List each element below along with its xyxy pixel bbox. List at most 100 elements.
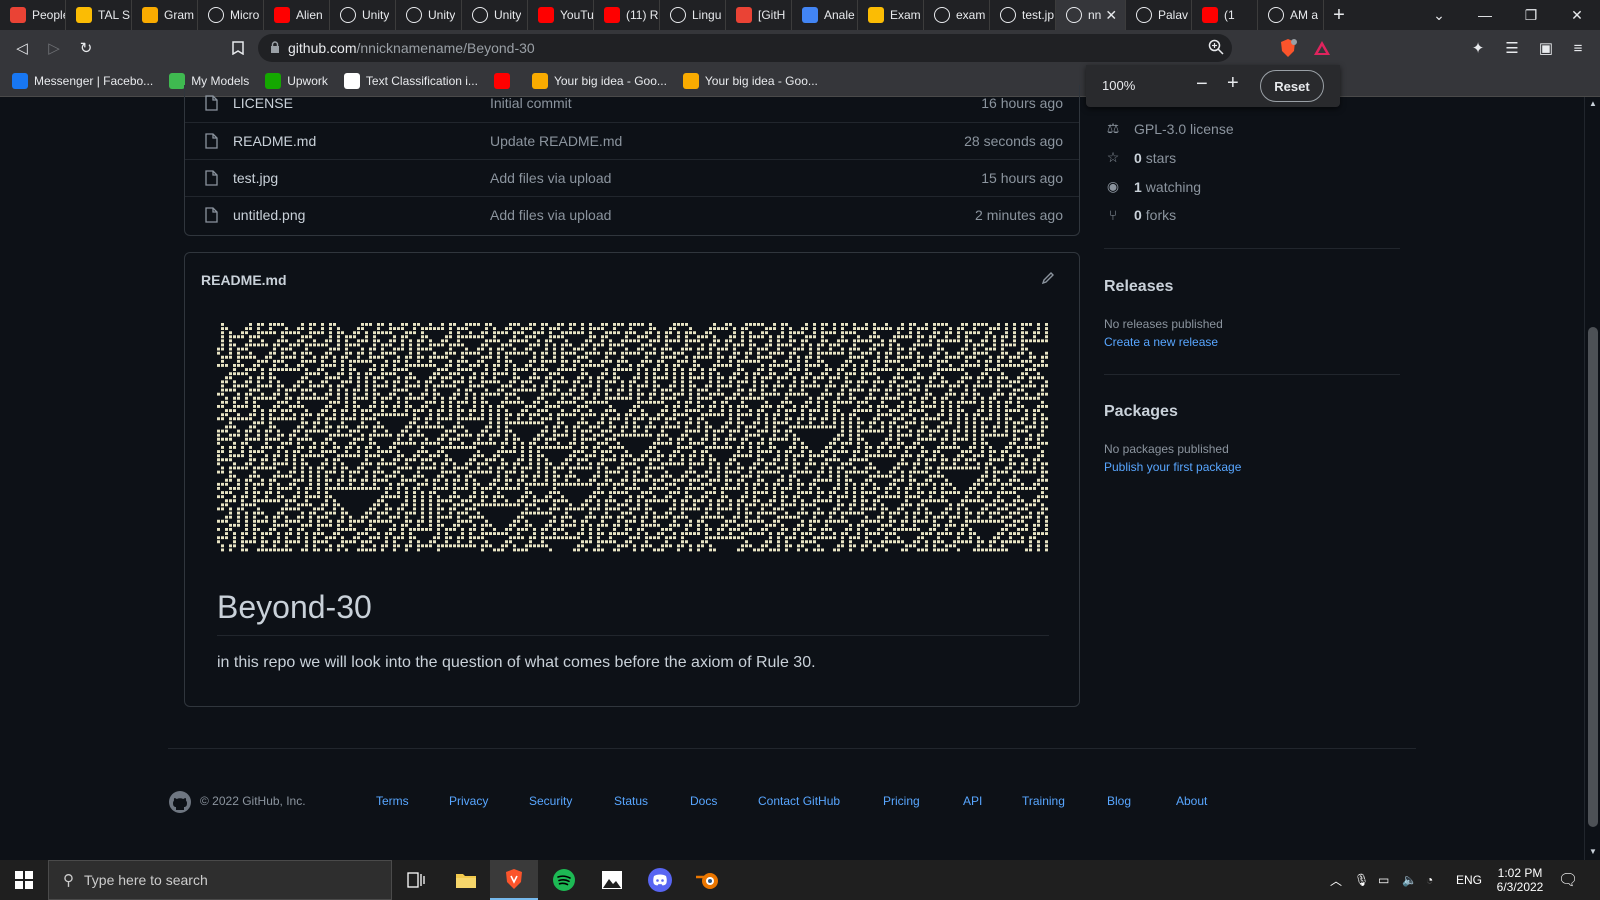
license-link[interactable]: ⚖ GPL-3.0 license xyxy=(1104,120,1234,137)
media-queue-icon[interactable]: ☰ xyxy=(1500,36,1524,60)
microphone-icon[interactable]: 🎙 xyxy=(1354,860,1369,900)
taskbar-search-box[interactable]: ⚲ Type here to search xyxy=(48,860,392,900)
commit-message-link[interactable]: Update README.md xyxy=(490,133,622,149)
browser-tab[interactable]: Unity xyxy=(330,0,396,30)
scroll-up-arrow-icon[interactable]: ▲ xyxy=(1589,99,1597,108)
create-release-link[interactable]: Create a new release xyxy=(1104,335,1218,349)
file-row[interactable]: README.md Update README.md 28 seconds ago xyxy=(185,122,1079,159)
browser-tab[interactable]: YouTu xyxy=(528,0,594,30)
stars-link[interactable]: ☆ 0 stars xyxy=(1104,149,1176,166)
tab-search-icon[interactable]: ⌄ xyxy=(1416,0,1462,30)
footer-link-training[interactable]: Training xyxy=(1022,794,1065,808)
forks-link[interactable]: ⑂ 0 forks xyxy=(1104,207,1176,223)
battery-icon[interactable]: ▭ xyxy=(1378,860,1389,900)
extensions-icon[interactable]: ✦ xyxy=(1466,36,1490,60)
file-explorer-icon[interactable] xyxy=(442,860,490,900)
file-row[interactable]: LICENSE Initial commit 16 hours ago xyxy=(185,85,1079,122)
bookmark-item[interactable]: Messenger | Facebo... xyxy=(12,73,153,89)
brave-shields-icon[interactable] xyxy=(1276,36,1300,60)
menu-icon[interactable]: ≡ xyxy=(1566,36,1590,60)
file-name-link[interactable]: untitled.png xyxy=(233,207,305,223)
notifications-icon[interactable]: 🗨 xyxy=(1558,860,1578,900)
browser-tab[interactable]: [GitH xyxy=(726,0,792,30)
browser-tab[interactable]: Lingu xyxy=(660,0,726,30)
releases-heading[interactable]: Releases xyxy=(1104,278,1173,296)
bookmark-icon[interactable] xyxy=(226,36,250,60)
discord-icon[interactable] xyxy=(636,860,684,900)
file-name-link[interactable]: test.jpg xyxy=(233,170,278,186)
footer-link-privacy[interactable]: Privacy xyxy=(449,794,488,808)
page-scrollbar[interactable]: ▲ ▼ xyxy=(1584,97,1600,860)
browser-tab[interactable]: Alien xyxy=(264,0,330,30)
footer-link-status[interactable]: Status xyxy=(614,794,648,808)
back-button[interactable]: ◁ xyxy=(10,36,34,60)
commit-message-link[interactable]: Add files via upload xyxy=(490,207,611,223)
volume-icon[interactable]: 🔈 xyxy=(1402,860,1417,900)
minimize-button[interactable]: — xyxy=(1462,0,1508,30)
footer-link-pricing[interactable]: Pricing xyxy=(883,794,920,808)
browser-tab[interactable]: Micro xyxy=(198,0,264,30)
close-tab-icon[interactable]: ✕ xyxy=(1105,7,1117,24)
footer-link-docs[interactable]: Docs xyxy=(690,794,717,808)
browser-tab[interactable]: People xyxy=(0,0,66,30)
blender-icon[interactable] xyxy=(684,860,732,900)
footer-link-security[interactable]: Security xyxy=(529,794,572,808)
wallet-icon[interactable]: ▣ xyxy=(1534,36,1558,60)
publish-package-link[interactable]: Publish your first package xyxy=(1104,460,1241,474)
browser-tab[interactable]: Palav xyxy=(1126,0,1192,30)
pattern-row xyxy=(217,429,1044,433)
pattern-row xyxy=(217,437,1040,441)
footer-link-api[interactable]: API xyxy=(963,794,982,808)
browser-tab[interactable]: Anale xyxy=(792,0,858,30)
browser-tab[interactable]: (11) R xyxy=(594,0,660,30)
footer-link-blog[interactable]: Blog xyxy=(1107,794,1131,808)
github-logo-icon[interactable] xyxy=(168,790,192,819)
browser-tab[interactable]: exam xyxy=(924,0,990,30)
file-row[interactable]: untitled.png Add files via upload 2 minute… xyxy=(185,196,1079,233)
zoom-icon[interactable] xyxy=(1208,39,1224,60)
close-window-button[interactable]: ✕ xyxy=(1554,0,1600,30)
browser-tab[interactable]: Unity xyxy=(462,0,528,30)
scroll-down-arrow-icon[interactable]: ▼ xyxy=(1589,847,1597,856)
browser-tab[interactable]: (1 xyxy=(1192,0,1258,30)
commit-message-link[interactable]: Initial commit xyxy=(490,95,572,111)
browser-tab[interactable]: test.jp xyxy=(990,0,1056,30)
file-row[interactable]: test.jpg Add files via upload 15 hours ago xyxy=(185,159,1079,196)
zoom-out-button[interactable]: − xyxy=(1196,73,1208,96)
clock[interactable]: 1:02 PM 6/3/2022 xyxy=(1492,860,1548,900)
file-name-link[interactable]: LICENSE xyxy=(233,95,293,111)
browser-tab[interactable]: Unity xyxy=(396,0,462,30)
scrollbar-thumb[interactable] xyxy=(1588,327,1598,827)
browser-tab[interactable]: Gram xyxy=(132,0,198,30)
reload-button[interactable]: ↻ xyxy=(74,36,98,60)
footer-link-contact-github[interactable]: Contact GitHub xyxy=(758,794,840,808)
browser-tab[interactable]: Exam xyxy=(858,0,924,30)
zoom-in-button[interactable]: + xyxy=(1227,72,1239,95)
show-hidden-icons-icon[interactable]: ︿ xyxy=(1330,860,1342,900)
browser-tab[interactable]: nn ✕ xyxy=(1056,0,1126,30)
start-button[interactable] xyxy=(0,860,48,900)
language-indicator[interactable]: ENG xyxy=(1456,860,1482,900)
browser-tab[interactable]: AM a xyxy=(1258,0,1324,30)
brave-rewards-icon[interactable] xyxy=(1310,36,1334,60)
brave-icon[interactable] xyxy=(490,860,538,900)
forward-button[interactable]: ▷ xyxy=(42,36,66,60)
edit-pencil-icon[interactable] xyxy=(1041,271,1055,290)
photos-icon[interactable] xyxy=(588,860,636,900)
address-bar[interactable]: github.com/nnicknamename/Beyond-30 xyxy=(258,34,1232,62)
task-view-icon[interactable] xyxy=(392,860,440,900)
footer-link-terms[interactable]: Terms xyxy=(376,794,409,808)
wifi-icon[interactable]: ◔ xyxy=(1426,860,1433,900)
stars-label: stars xyxy=(1145,149,1177,166)
new-tab-button[interactable]: + xyxy=(1324,0,1354,30)
watchers-link[interactable]: ◉ 1 watching xyxy=(1104,178,1201,195)
commit-message-link[interactable]: Add files via upload xyxy=(490,170,611,186)
file-name-link[interactable]: README.md xyxy=(233,133,316,149)
pattern-row xyxy=(217,392,1048,396)
restore-button[interactable]: ❐ xyxy=(1508,0,1554,30)
browser-tab[interactable]: TAL S xyxy=(66,0,132,30)
footer-link-about[interactable]: About xyxy=(1176,794,1207,808)
packages-heading[interactable]: Packages xyxy=(1104,403,1178,421)
spotify-icon[interactable] xyxy=(540,860,588,900)
zoom-reset-button[interactable]: Reset xyxy=(1260,70,1324,102)
